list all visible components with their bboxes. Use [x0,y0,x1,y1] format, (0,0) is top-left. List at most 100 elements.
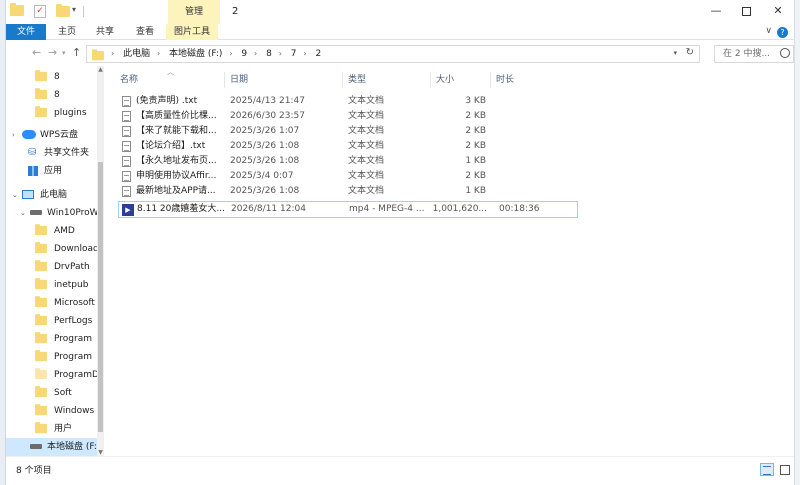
column-divider[interactable] [342,72,343,88]
nav-item-users[interactable]: 用户 [6,420,98,438]
recent-locations-chevron-icon[interactable]: ▾ [62,49,66,57]
title-bar: ✓ ▾ 管理 2 — ✕ [6,0,794,24]
file-row[interactable]: (免责声明) .txt 2025/4/13 21:47 文本文档 3 KB [118,94,578,109]
maximize-button[interactable] [730,0,762,24]
close-button[interactable]: ✕ [762,0,794,24]
file-row[interactable]: 【永久地址发布页... 2025/3/26 1:08 文本文档 1 KB [118,154,578,169]
address-dropdown-chevron-icon[interactable]: ▾ [673,49,677,57]
scroll-up-arrow-icon[interactable]: ▲ [97,66,104,73]
nav-item-folder-8[interactable]: 8 [6,68,98,86]
file-size: 3 KB [465,96,486,106]
scroll-down-arrow-icon[interactable]: ▼ [97,449,104,456]
column-header-type[interactable]: 类型 [348,72,366,88]
column-header-name[interactable]: 名称 [120,72,138,88]
nav-item-program-files[interactable]: Program [6,330,98,348]
nav-item-this-pc[interactable]: ⌄ 此电脑 [6,186,98,204]
breadcrumb-folder-8[interactable]: 8 [266,49,272,59]
column-divider[interactable] [224,72,225,88]
navigation-pane[interactable]: 8 8 plugins › WPS云盘 ⛁ 共享文件夹 应用 ⌄ 此电脑 ⌄ Win10… [6,66,104,456]
file-type: 文本文档 [348,141,385,151]
nav-item-apps[interactable]: 应用 [6,162,98,180]
forward-button[interactable]: → [48,46,57,59]
file-row[interactable]: 申明使用协议Affir... 2025/3/4 0:07 文本文档 2 KB [118,169,578,184]
column-divider[interactable] [430,72,431,88]
file-row[interactable]: 【来了就能下载和... 2025/3/26 1:07 文本文档 2 KB [118,124,578,139]
breadcrumb-folder-2[interactable]: 2 [315,49,321,59]
tab-manage[interactable]: 管理 [168,0,220,24]
breadcrumb-separator[interactable]: › [303,49,306,58]
nav-item-drive-f[interactable]: 本地磁盘 (F:) [6,438,98,456]
folder-icon [35,368,47,380]
breadcrumb-separator[interactable]: › [157,49,160,58]
nav-item-microsoft[interactable]: Microsoft [6,294,98,312]
column-header-date[interactable]: 日期 [230,72,248,88]
folder-icon [35,242,47,254]
file-date: 2025/3/26 1:08 [230,156,300,166]
tab-file[interactable]: 文件 [6,24,46,40]
breadcrumb-this-pc[interactable]: 此电脑 [123,49,150,59]
nav-item-soft[interactable]: Soft [6,384,98,402]
file-type: 文本文档 [348,111,385,121]
search-icon[interactable] [780,48,790,58]
chevron-right-icon[interactable]: › [12,126,22,144]
nav-item-amd[interactable]: AMD [6,222,98,240]
address-bar[interactable]: › 此电脑 › 本地磁盘 (F:) › 9 › 8 › 7 › 2 ▾ ↻ [86,45,700,63]
tab-picture-tools[interactable]: 图片工具 [166,24,218,40]
folder-icon [35,224,47,236]
nav-item-shared-folder[interactable]: ⛁ 共享文件夹 [6,144,98,162]
tab-share[interactable]: 共享 [96,24,114,40]
breadcrumb-drive-f[interactable]: 本地磁盘 (F:) [169,49,222,59]
nav-item-wps-cloud[interactable]: › WPS云盘 [6,126,98,144]
drive-icon [30,210,42,215]
chevron-down-icon[interactable]: ⌄ [20,204,30,222]
drive-icon [30,444,42,449]
chevron-down-icon[interactable]: ▾ [72,5,76,14]
nav-item-downloads[interactable]: Downloads [6,240,98,258]
nav-item-program-files-x86[interactable]: Program [6,348,98,366]
file-list[interactable]: ︿ 名称 日期 类型 大小 时长 (免责声明) .txt 2025/4/13 2… [104,66,794,456]
large-icons-view-icon[interactable] [778,463,792,476]
share-icon: ⛁ [28,146,37,158]
file-row-selected[interactable]: ▶ 8.11 20歳嬉羞女大... 2026/8/11 12:04 mp4 - … [118,201,578,218]
chevron-down-icon[interactable]: ⌄ [12,186,22,204]
column-header-size[interactable]: 大小 [436,72,454,88]
help-icon[interactable]: ? [777,27,788,38]
tab-view[interactable]: 查看 [136,24,154,40]
nav-item-folder-8[interactable]: 8 [6,86,98,104]
nav-item-windows[interactable]: Windows [6,402,98,420]
breadcrumb: › 此电脑 › 本地磁盘 (F:) › 9 › 8 › 7 › 2 [111,46,325,62]
column-header-duration[interactable]: 时长 [496,72,514,88]
scrollbar-thumb[interactable] [98,162,103,432]
file-date: 2026/8/11 12:04 [231,204,306,214]
new-folder-icon[interactable] [56,4,70,20]
ribbon-expand-icon[interactable]: ∨ [765,26,772,36]
file-name: (免责声明) .txt [136,96,198,106]
refresh-icon[interactable]: ↻ [686,47,694,58]
file-row[interactable]: 【高质量性价比棵... 2026/6/30 23:57 文本文档 2 KB [118,109,578,124]
file-row[interactable]: 最新地址及APP请... 2025/3/26 1:08 文本文档 1 KB [118,184,578,199]
nav-item-perflogs[interactable]: PerfLogs [6,312,98,330]
nav-scrollbar[interactable]: ▲ ▼ [97,66,104,456]
tab-home[interactable]: 主页 [58,24,76,40]
nav-item-inetpub[interactable]: inetpub [6,276,98,294]
properties-icon[interactable]: ✓ [34,5,46,18]
nav-item-plugins[interactable]: plugins [6,104,98,122]
back-button[interactable]: ← [32,46,41,59]
search-input[interactable]: 在 2 中搜... [714,45,794,63]
breadcrumb-folder-7[interactable]: 7 [291,49,297,59]
folder-icon [35,70,47,82]
folder-icon [10,3,24,18]
breadcrumb-folder-9[interactable]: 9 [241,49,247,59]
minimize-button[interactable]: — [700,0,732,24]
file-type: 文本文档 [348,126,385,136]
nav-item-drvpath[interactable]: DrvPath [6,258,98,276]
file-row[interactable]: 【论坛介绍】.txt 2025/3/26 1:08 文本文档 2 KB [118,139,578,154]
nav-item-programdata[interactable]: ProgramD [6,366,98,384]
up-button[interactable]: ↑ [72,46,81,59]
nav-item-drive-c[interactable]: ⌄ Win10ProW [6,204,98,222]
column-divider[interactable] [490,72,491,88]
breadcrumb-separator[interactable]: › [229,49,232,58]
breadcrumb-separator[interactable]: › [254,49,257,58]
details-view-icon[interactable] [760,463,774,476]
breadcrumb-separator[interactable]: › [279,49,282,58]
